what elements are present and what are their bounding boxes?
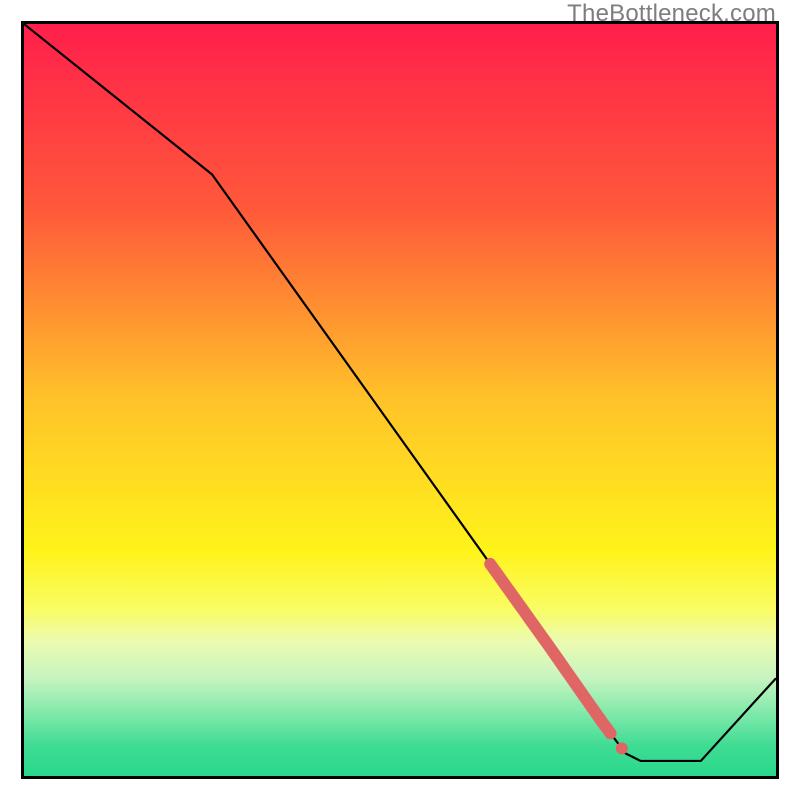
chart-frame [21,21,779,779]
heat-gradient [24,24,776,776]
